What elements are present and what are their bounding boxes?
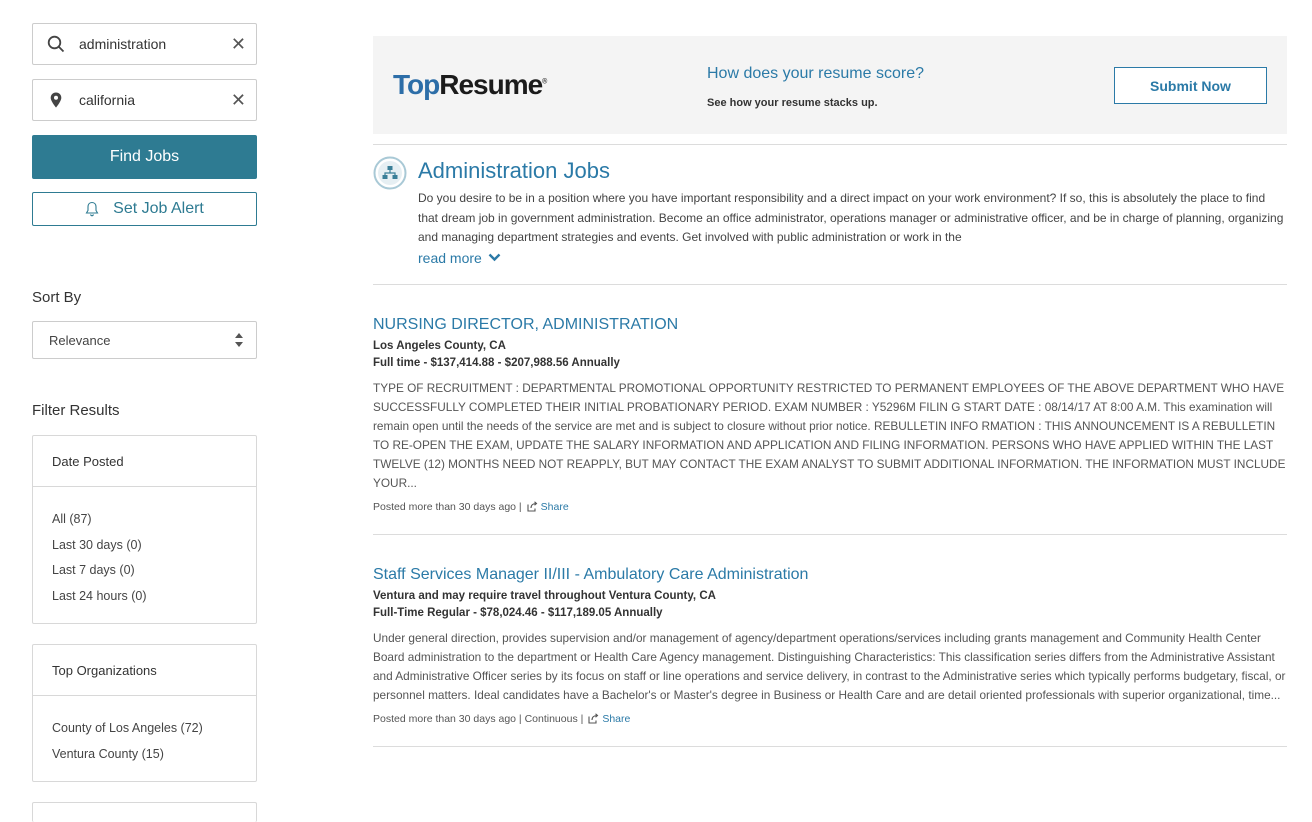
filter-results-heading: Filter Results (32, 402, 120, 419)
top-organizations-title[interactable]: Top Organizations (33, 645, 256, 696)
job-location: Ventura and may require travel throughou… (373, 589, 716, 602)
find-jobs-button[interactable]: Find Jobs (32, 135, 257, 179)
location-input[interactable]: california (79, 92, 135, 108)
sort-by-heading: Sort By (32, 289, 82, 306)
sort-selected-value: Relevance (49, 333, 111, 348)
search-icon (47, 35, 65, 53)
location-search-field[interactable]: california ✕ (32, 79, 257, 121)
category-description: Do you desire to be in a position where … (418, 191, 1284, 244)
page-title: Administration Jobs (418, 158, 610, 183)
read-more-link[interactable]: read more (418, 250, 1287, 266)
select-arrows-icon (235, 333, 243, 347)
job-title-link[interactable]: Staff Services Manager II/III - Ambulato… (373, 565, 1287, 585)
next-filter-panel (32, 802, 257, 822)
posted-date: Posted more than 30 days ago | (373, 500, 522, 513)
date-posted-title[interactable]: Date Posted (33, 436, 256, 487)
filter-option[interactable]: Last 30 days (0) (52, 533, 256, 559)
date-posted-panel: Date Posted All (87) Last 30 days (0) La… (32, 435, 257, 624)
job-description: Under general direction, provides superv… (373, 630, 1286, 702)
posted-date: Posted more than 30 days ago | Continuou… (373, 712, 584, 725)
share-link[interactable]: Share (585, 713, 630, 725)
job-salary: Full-Time Regular - $78,024.46 - $117,18… (373, 606, 663, 619)
filter-option[interactable]: County of Los Angeles (72) (52, 716, 256, 742)
set-job-alert-label: Set Job Alert (113, 200, 204, 217)
clear-keyword-icon[interactable]: ✕ (231, 33, 246, 55)
category-header: Administration Jobs Do you desire to be … (373, 145, 1287, 284)
job-title-link[interactable]: NURSING DIRECTOR, ADMINISTRATION (373, 315, 1287, 335)
chevron-down-icon (488, 253, 501, 262)
topresume-ad-banner[interactable]: TopResume® How does your resume score? S… (373, 36, 1287, 134)
job-location: Los Angeles County, CA (373, 339, 506, 352)
main-content: TopResume® How does your resume score? S… (373, 36, 1287, 747)
location-pin-icon (50, 92, 62, 108)
topresume-logo[interactable]: TopResume® (393, 69, 547, 101)
job-description: TYPE OF RECRUITMENT : DEPARTMENTAL PROMO… (373, 380, 1286, 490)
share-icon (527, 501, 538, 512)
org-chart-icon (373, 156, 407, 190)
keyword-input[interactable]: administration (79, 36, 166, 52)
job-listing: NURSING DIRECTOR, ADMINISTRATION Los Ang… (373, 285, 1287, 534)
top-organizations-panel: Top Organizations County of Los Angeles … (32, 644, 257, 782)
divider (373, 745, 1287, 747)
sidebar: administration ✕ california ✕ Find Jobs … (32, 23, 257, 822)
filter-option[interactable]: All (87) (52, 507, 256, 533)
filter-option[interactable]: Last 24 hours (0) (52, 584, 256, 610)
filter-option[interactable]: Last 7 days (0) (52, 558, 256, 584)
sort-select[interactable]: Relevance (32, 321, 257, 359)
keyword-search-field[interactable]: administration ✕ (32, 23, 257, 65)
ad-headline[interactable]: How does your resume score? (707, 65, 924, 83)
job-listing: Staff Services Manager II/III - Ambulato… (373, 535, 1287, 746)
set-job-alert-button[interactable]: Set Job Alert (32, 192, 257, 226)
job-meta: Posted more than 30 days ago | Continuou… (373, 713, 1287, 725)
job-salary: Full time - $137,414.88 - $207,988.56 An… (373, 356, 620, 369)
job-meta: Posted more than 30 days ago | Share (373, 501, 1287, 513)
bell-icon (85, 201, 99, 217)
share-link[interactable]: Share (524, 501, 569, 513)
ad-subtext: See how your resume stacks up. (707, 97, 878, 109)
clear-location-icon[interactable]: ✕ (231, 89, 246, 111)
filter-option[interactable]: Ventura County (15) (52, 742, 256, 768)
share-icon (588, 713, 599, 724)
submit-now-button[interactable]: Submit Now (1114, 67, 1267, 104)
